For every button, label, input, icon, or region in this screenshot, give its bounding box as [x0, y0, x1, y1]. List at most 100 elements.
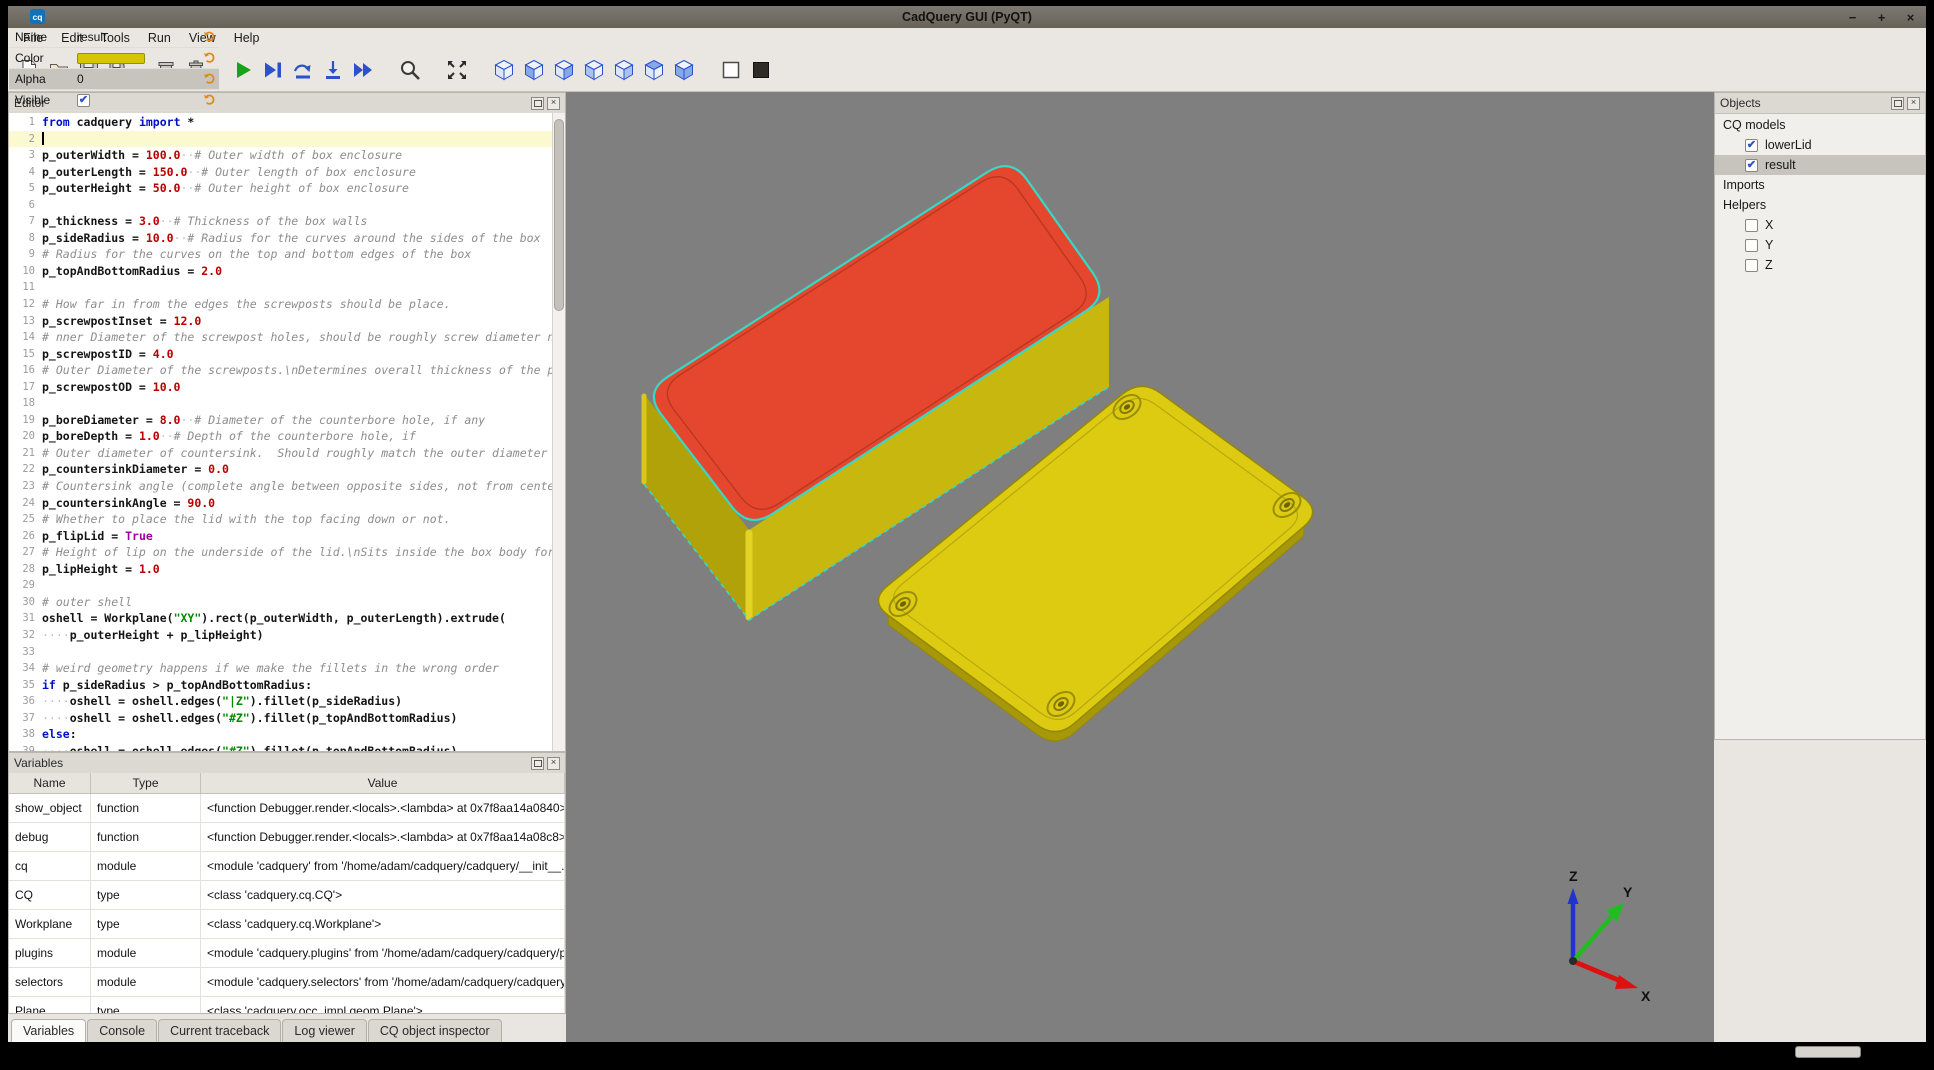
reset-icon[interactable]	[203, 72, 216, 85]
tab-variables[interactable]: Variables	[11, 1019, 86, 1042]
code-line-7[interactable]: 7p_thickness = 3.0··# Thickness of the b…	[9, 213, 552, 230]
tab-cq-object-inspector[interactable]: CQ object inspector	[368, 1019, 502, 1042]
code-line-31[interactable]: 31oshell = Workplane("XY").rect(p_outerW…	[9, 610, 552, 627]
code-line-23[interactable]: 23# Countersink angle (complete angle be…	[9, 478, 552, 495]
code-line-19[interactable]: 19p_boreDiameter = 8.0··# Diameter of th…	[9, 412, 552, 429]
code-line-12[interactable]: 12# How far in from the edges the screwp…	[9, 296, 552, 313]
variable-row-plugins[interactable]: pluginsmodule<module 'cadquery.plugins' …	[9, 939, 565, 968]
tree-item-helpers[interactable]: Helpers	[1715, 195, 1925, 215]
code-line-27[interactable]: 27# Height of lip on the underside of th…	[9, 544, 552, 561]
code-line-8[interactable]: 8p_sideRadius = 10.0··# Radius for the c…	[9, 230, 552, 247]
reset-icon[interactable]	[203, 93, 216, 106]
variable-row-show-object[interactable]: show_objectfunction<function Debugger.re…	[9, 794, 565, 823]
code-line-32[interactable]: 32····p_outerHeight + p_lipHeight)	[9, 627, 552, 644]
reset-icon[interactable]	[203, 51, 216, 64]
param-row-alpha[interactable]: Alpha0	[9, 69, 219, 90]
code-line-26[interactable]: 26p_flipLid = True	[9, 528, 552, 545]
code-line-5[interactable]: 5p_outerHeight = 50.0··# Outer height of…	[9, 180, 552, 197]
code-line-39[interactable]: 39····oshell = oshell.edges("#Z").fillet…	[9, 743, 552, 751]
code-line-13[interactable]: 13p_screwpostInset = 12.0	[9, 313, 552, 330]
objects-undock-button[interactable]	[1891, 97, 1904, 110]
editor-undock-button[interactable]	[531, 97, 544, 110]
code-line-22[interactable]: 22p_countersinkDiameter = 0.0	[9, 461, 552, 478]
code-line-36[interactable]: 36····oshell = oshell.edges("|Z").fillet…	[9, 693, 552, 710]
code-editor[interactable]: 1from cadquery import *23p_outerWidth = …	[9, 113, 552, 751]
variable-row-cq[interactable]: cqmodule<module 'cadquery' from '/home/a…	[9, 852, 565, 881]
variable-row-debug[interactable]: debugfunction<function Debugger.render.<…	[9, 823, 565, 852]
bottom-right-grip[interactable]	[1795, 1046, 1861, 1058]
code-line-17[interactable]: 17p_screwpostOD = 10.0	[9, 379, 552, 396]
step-into-button[interactable]	[318, 55, 347, 85]
code-line-30[interactable]: 30# outer shell	[9, 594, 552, 611]
view-left-button[interactable]	[579, 55, 608, 85]
code-line-29[interactable]: 29	[9, 577, 552, 594]
color-swatch[interactable]	[77, 53, 145, 64]
wireframe-mode-button[interactable]	[716, 55, 745, 85]
tree-item-y[interactable]: Y	[1715, 235, 1925, 255]
menu-help[interactable]: Help	[225, 28, 269, 48]
editor-scrollbar[interactable]	[552, 113, 565, 751]
render-button[interactable]	[228, 55, 257, 85]
param-checkbox[interactable]: ✔	[77, 94, 90, 107]
zoom-button[interactable]	[395, 55, 424, 85]
view-front-button[interactable]	[519, 55, 548, 85]
objects-close-button[interactable]: ×	[1907, 97, 1920, 110]
code-line-11[interactable]: 11	[9, 279, 552, 296]
view-bottom-button[interactable]	[669, 55, 698, 85]
code-line-16[interactable]: 16# Outer Diameter of the screwposts.\nD…	[9, 362, 552, 379]
debug-button[interactable]	[258, 55, 287, 85]
column-header-type[interactable]: Type	[91, 773, 201, 793]
code-line-1[interactable]: 1from cadquery import *	[9, 114, 552, 131]
tree-item-imports[interactable]: Imports	[1715, 175, 1925, 195]
code-line-37[interactable]: 37····oshell = oshell.edges("#Z").fillet…	[9, 710, 552, 727]
tab-log-viewer[interactable]: Log viewer	[282, 1019, 366, 1042]
code-line-35[interactable]: 35if p_sideRadius > p_topAndBottomRadius…	[9, 677, 552, 694]
variable-row-cq[interactable]: CQtype<class 'cadquery.cq.CQ'>	[9, 881, 565, 910]
view-right-button[interactable]	[609, 55, 638, 85]
tree-item-lowerlid[interactable]: ✔lowerLid	[1715, 135, 1925, 155]
param-row-name[interactable]: Nameresult	[9, 27, 219, 48]
code-line-25[interactable]: 25# Whether to place the lid with the to…	[9, 511, 552, 528]
continue-button[interactable]	[348, 55, 377, 85]
code-line-6[interactable]: 6	[9, 197, 552, 214]
fit-view-button[interactable]	[442, 55, 471, 85]
tab-console[interactable]: Console	[87, 1019, 157, 1042]
code-line-10[interactable]: 10p_topAndBottomRadius = 2.0	[9, 263, 552, 280]
checkbox-result[interactable]: ✔	[1745, 159, 1758, 172]
tree-item-x[interactable]: X	[1715, 215, 1925, 235]
code-line-14[interactable]: 14# nner Diameter of the screwpost holes…	[9, 329, 552, 346]
code-line-28[interactable]: 28p_lipHeight = 1.0	[9, 561, 552, 578]
param-row-visible[interactable]: Visible✔	[9, 90, 219, 111]
step-button[interactable]	[288, 55, 317, 85]
code-line-3[interactable]: 3p_outerWidth = 100.0··# Outer width of …	[9, 147, 552, 164]
checkbox-x[interactable]	[1745, 219, 1758, 232]
code-line-4[interactable]: 4p_outerLength = 150.0··# Outer length o…	[9, 164, 552, 181]
code-line-38[interactable]: 38else:	[9, 726, 552, 743]
tree-item-cq-models[interactable]: CQ models	[1715, 115, 1925, 135]
code-line-2[interactable]: 2	[9, 131, 552, 148]
column-header-value[interactable]: Value	[201, 773, 565, 793]
param-row-color[interactable]: Color	[9, 48, 219, 69]
checkbox-z[interactable]	[1745, 259, 1758, 272]
variables-close-button[interactable]: ×	[547, 757, 560, 770]
view-back-button[interactable]	[549, 55, 578, 85]
editor-scrollbar-thumb[interactable]	[554, 119, 564, 311]
code-line-9[interactable]: 9# Radius for the curves on the top and …	[9, 246, 552, 263]
minimize-button[interactable]: −	[1845, 10, 1860, 25]
tab-current-traceback[interactable]: Current traceback	[158, 1019, 281, 1042]
checkbox-y[interactable]	[1745, 239, 1758, 252]
tree-item-result[interactable]: ✔result	[1715, 155, 1925, 175]
code-line-20[interactable]: 20p_boreDepth = 1.0··# Depth of the coun…	[9, 428, 552, 445]
reset-icon[interactable]	[203, 30, 216, 43]
editor-close-button[interactable]: ×	[547, 97, 560, 110]
tree-item-z[interactable]: Z	[1715, 255, 1925, 275]
close-button[interactable]: ×	[1903, 10, 1918, 25]
3d-scene[interactable]: Z Y X	[566, 92, 1714, 1042]
variables-undock-button[interactable]	[531, 757, 544, 770]
view-iso-button[interactable]	[489, 55, 518, 85]
code-line-18[interactable]: 18	[9, 395, 552, 412]
code-line-33[interactable]: 33	[9, 644, 552, 661]
variable-row-workplane[interactable]: Workplanetype<class 'cadquery.cq.Workpla…	[9, 910, 565, 939]
titlebar[interactable]: cq CadQuery GUI (PyQT) − + ×	[8, 6, 1926, 28]
code-line-34[interactable]: 34# weird geometry happens if we make th…	[9, 660, 552, 677]
